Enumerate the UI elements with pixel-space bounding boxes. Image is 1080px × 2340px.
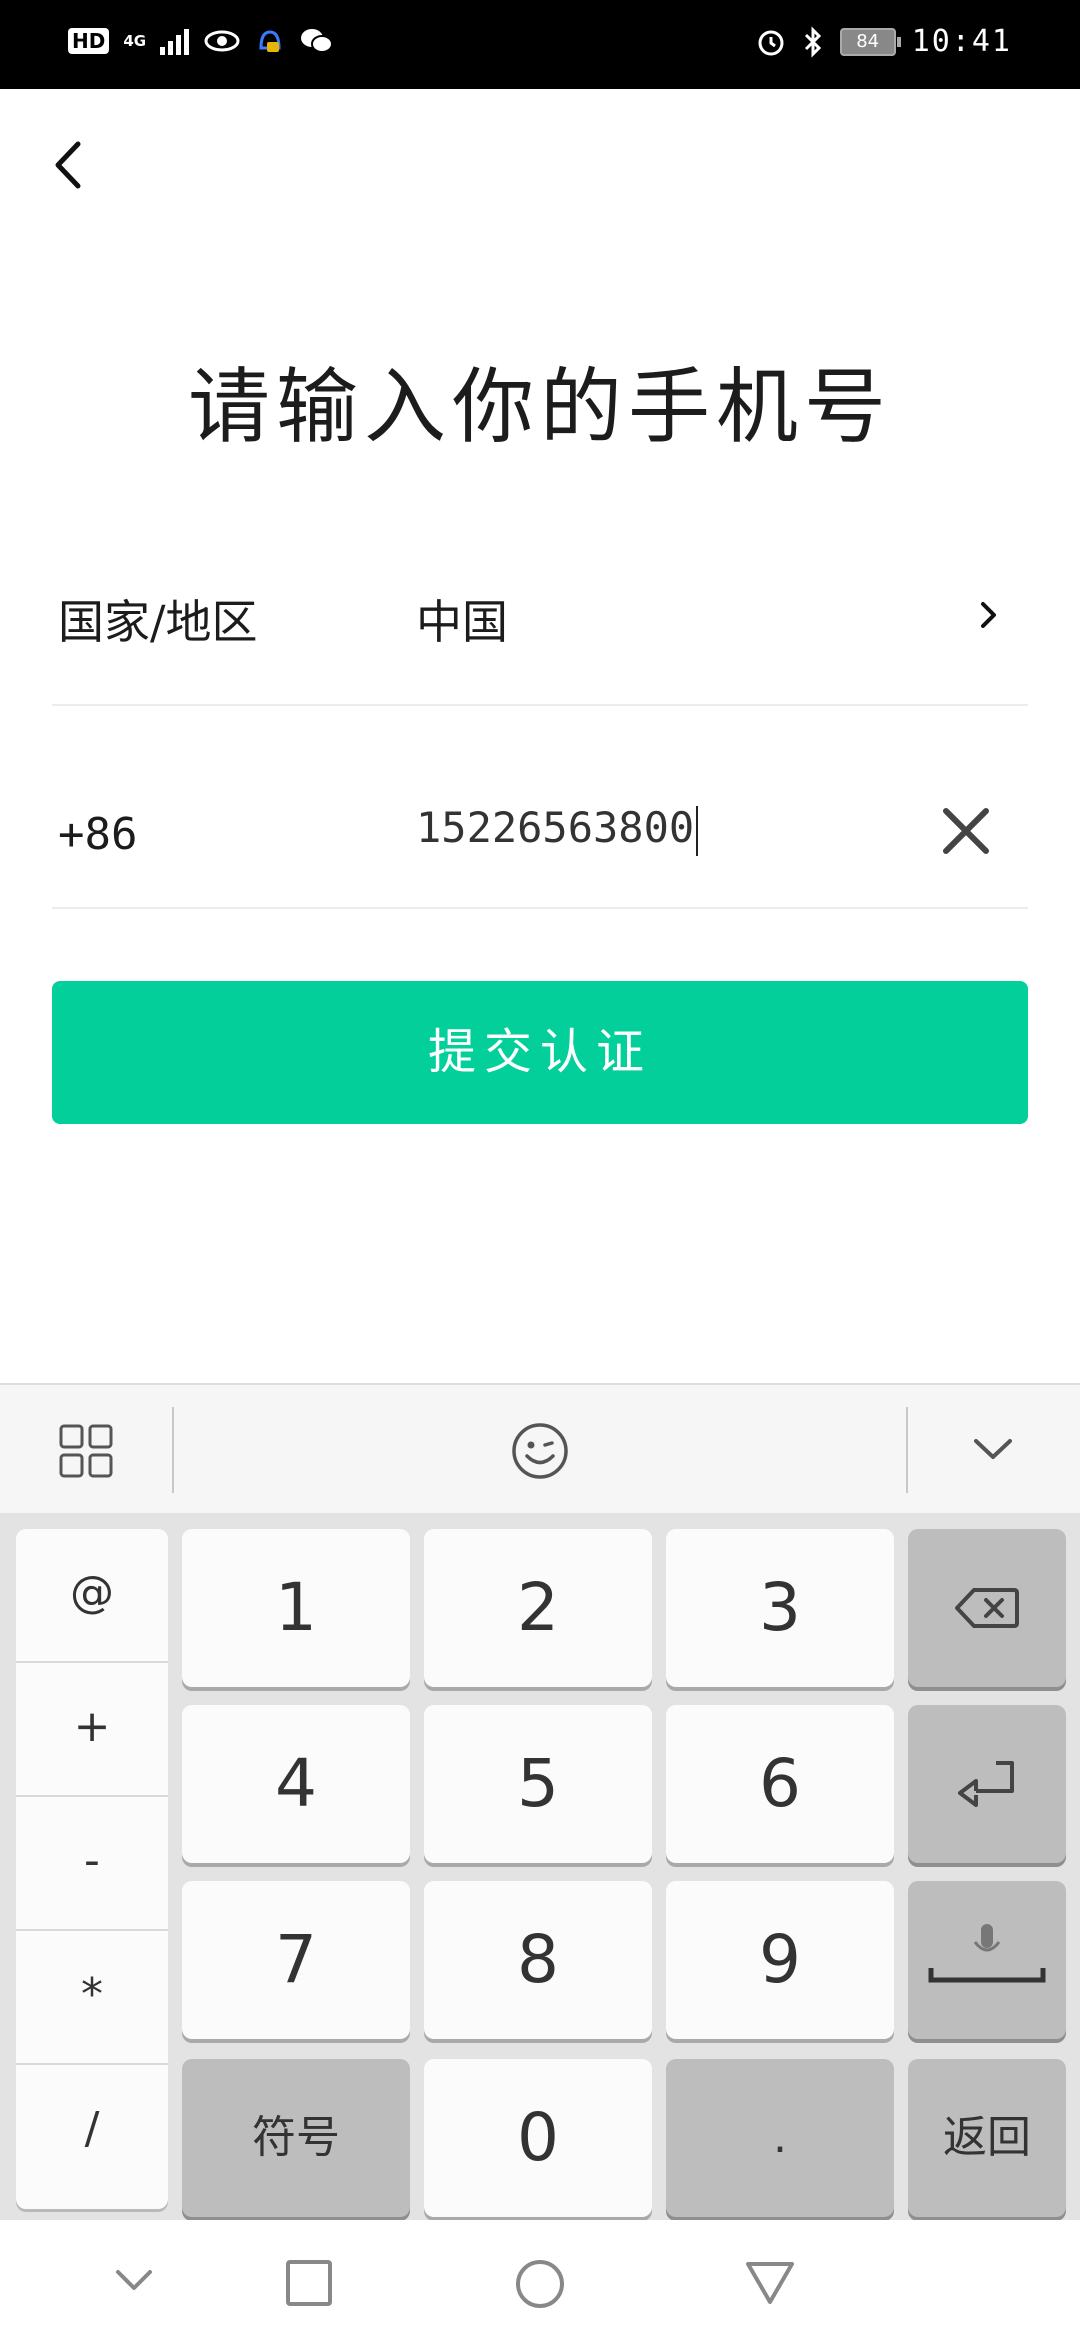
key-2[interactable]: 2 bbox=[424, 1529, 652, 1687]
enter-icon bbox=[958, 1761, 1014, 1807]
key-3[interactable]: 3 bbox=[666, 1529, 894, 1687]
key-5[interactable]: 5 bbox=[424, 1705, 652, 1863]
notification-app-icon bbox=[259, 30, 281, 52]
submit-button[interactable]: 提交认证 bbox=[52, 981, 1028, 1124]
wechat-icon bbox=[301, 29, 334, 53]
grid-icon[interactable] bbox=[58, 1423, 114, 1479]
status-right: 84 10:41 bbox=[756, 24, 1012, 59]
phone-input-text: 15226563800 bbox=[416, 803, 695, 852]
backspace-key[interactable] bbox=[908, 1529, 1066, 1687]
phone-input[interactable]: 15226563800 bbox=[416, 803, 699, 856]
clear-button[interactable] bbox=[940, 805, 992, 857]
symbol-switch-key[interactable]: 符号 bbox=[182, 2059, 410, 2217]
symbol-column: @ + - * / bbox=[16, 1529, 168, 2209]
back-arrow-icon bbox=[55, 141, 81, 189]
alarm-icon bbox=[758, 30, 784, 55]
key-4[interactable]: 4 bbox=[182, 1705, 410, 1863]
dot-key[interactable]: . bbox=[666, 2059, 894, 2217]
key-7[interactable]: 7 bbox=[182, 1881, 410, 2039]
key-0[interactable]: 0 bbox=[424, 2059, 652, 2217]
clear-icon bbox=[943, 808, 989, 854]
enter-key[interactable] bbox=[908, 1705, 1066, 1863]
chevron-right-icon bbox=[981, 602, 996, 628]
back-button[interactable] bbox=[44, 132, 100, 198]
country-code: +86 bbox=[58, 809, 138, 860]
status-bar: HD 4G 84 10:41 bbox=[0, 0, 1080, 89]
bluetooth-icon bbox=[804, 25, 821, 58]
emoji-icon[interactable] bbox=[510, 1421, 570, 1481]
keyboard-toolbar bbox=[0, 1383, 1080, 1513]
clock: 10:41 bbox=[911, 24, 1012, 59]
nav-home-icon[interactable] bbox=[514, 2258, 566, 2310]
key-9[interactable]: 9 bbox=[666, 1881, 894, 2039]
region-selector[interactable]: 国家/地区 中国 bbox=[52, 540, 1028, 706]
toolbar-divider bbox=[172, 1407, 174, 1493]
symbol-key-plus[interactable]: + bbox=[16, 1663, 168, 1797]
numeric-keyboard: @ + - * / 1 2 3 4 5 6 7 8 9 符号 0 . 返回 bbox=[0, 1513, 1080, 2220]
microphone-icon bbox=[928, 1924, 1046, 1983]
phone-input-row: +86 15226563800 bbox=[52, 745, 1028, 909]
nav-triangle-icon[interactable] bbox=[744, 2258, 796, 2308]
region-label: 国家/地区 bbox=[58, 595, 258, 649]
text-cursor bbox=[696, 805, 699, 856]
nav-back-icon[interactable] bbox=[112, 2258, 156, 2302]
space-voice-key[interactable] bbox=[908, 1881, 1066, 2039]
hd-badge: HD bbox=[68, 28, 110, 54]
symbol-key-minus[interactable]: - bbox=[16, 1797, 168, 1931]
backspace-icon bbox=[955, 1588, 1019, 1628]
page-title: 请输入你的手机号 bbox=[187, 360, 892, 455]
symbol-key-slash[interactable]: / bbox=[16, 2065, 168, 2199]
key-6[interactable]: 6 bbox=[666, 1705, 894, 1863]
symbol-key-at[interactable]: @ bbox=[16, 1529, 168, 1663]
collapse-keyboard-icon[interactable] bbox=[972, 1433, 1014, 1465]
eye-icon bbox=[204, 30, 240, 52]
signal-icon bbox=[160, 27, 190, 55]
network-type: 4G bbox=[123, 32, 147, 50]
key-1[interactable]: 1 bbox=[182, 1529, 410, 1687]
region-value: 中国 bbox=[416, 595, 508, 649]
battery-indicator: 84 bbox=[839, 27, 901, 56]
key-8[interactable]: 8 bbox=[424, 1881, 652, 2039]
status-left: HD 4G bbox=[68, 26, 334, 56]
toolbar-divider bbox=[906, 1407, 908, 1493]
system-navigation-bar bbox=[0, 2220, 1080, 2340]
nav-recents-icon[interactable] bbox=[284, 2258, 334, 2308]
symbol-key-asterisk[interactable]: * bbox=[16, 1931, 168, 2065]
return-key[interactable]: 返回 bbox=[908, 2059, 1066, 2217]
